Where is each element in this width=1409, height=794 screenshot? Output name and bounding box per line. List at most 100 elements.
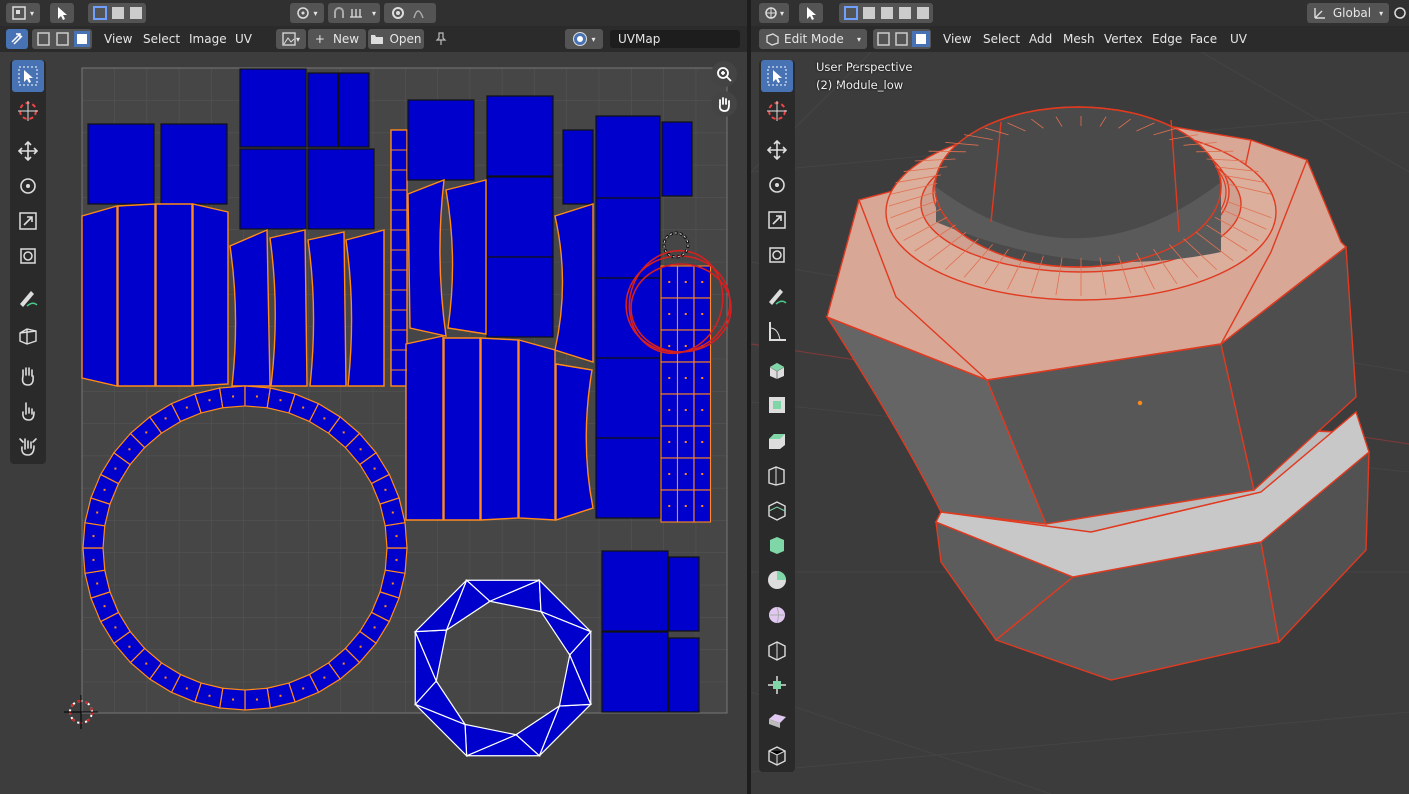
- extrude-tool[interactable]: [761, 389, 793, 421]
- smooth-tool[interactable]: [761, 634, 793, 666]
- select-mode-button[interactable]: [50, 3, 74, 23]
- uv-select-mode-group[interactable]: [32, 29, 92, 49]
- move-tool[interactable]: [761, 134, 793, 166]
- face-dot: [255, 698, 258, 701]
- transform-tool[interactable]: [761, 239, 793, 271]
- menu-select[interactable]: Select: [140, 30, 183, 48]
- menu-view[interactable]: View: [101, 30, 135, 48]
- bevel-tool[interactable]: [761, 459, 793, 491]
- uv-island: [562, 129, 594, 205]
- chevron-down-icon: ▾: [295, 34, 300, 44]
- menu-select[interactable]: Select: [980, 30, 1023, 48]
- menu-add[interactable]: Add: [1026, 30, 1055, 48]
- cursor-tool[interactable]: [761, 95, 793, 127]
- pivot-icon: [297, 7, 310, 19]
- menu-image[interactable]: Image: [186, 30, 230, 48]
- scale-tool[interactable]: [12, 205, 44, 237]
- loop-cut-tool[interactable]: [761, 494, 793, 526]
- face-dot: [668, 281, 671, 283]
- select-box-tool[interactable]: [12, 60, 44, 92]
- face-dot: [391, 511, 394, 514]
- knife-tool[interactable]: [761, 529, 793, 561]
- inset-tool[interactable]: [761, 424, 793, 456]
- pinch-icon: [19, 438, 37, 456]
- pivot-button[interactable]: [1391, 3, 1409, 23]
- pin-image-button[interactable]: [430, 29, 452, 49]
- viewport-editor-type-button[interactable]: ▾: [759, 3, 789, 23]
- uv-island: [595, 115, 661, 199]
- shrink-fatten-tool[interactable]: [761, 704, 793, 736]
- uvmap-field[interactable]: UVMap: [610, 30, 740, 48]
- add-cube-tool[interactable]: [761, 354, 793, 386]
- face-dot: [668, 313, 671, 315]
- uv-island: [601, 550, 669, 632]
- spin-tool[interactable]: [761, 599, 793, 631]
- uv-island: [668, 637, 700, 713]
- face-dot: [684, 281, 687, 283]
- menu-edge[interactable]: Edge: [1149, 30, 1185, 48]
- face-dot: [701, 505, 704, 507]
- uv-overlay-button[interactable]: ▾: [565, 29, 603, 49]
- bevel-icon: [768, 466, 785, 486]
- menu-face[interactable]: Face: [1187, 30, 1220, 48]
- upper-nut-mesh: [825, 106, 1357, 525]
- editor-type-button[interactable]: ▾: [6, 3, 40, 23]
- mode-label: Edit Mode: [784, 32, 844, 46]
- relax-tool[interactable]: [12, 395, 44, 427]
- menu-uv[interactable]: UV: [1227, 30, 1250, 48]
- zoom-gizmo-button[interactable]: [711, 61, 737, 87]
- rotate-tool[interactable]: [761, 169, 793, 201]
- 3d-scene[interactable]: [751, 52, 1409, 794]
- measure-tool[interactable]: [761, 315, 793, 347]
- mesh-select-mode-group[interactable]: [873, 29, 931, 49]
- face-dot: [185, 687, 188, 690]
- grab-tool[interactable]: [12, 360, 44, 392]
- browse-image-button[interactable]: ▾: [276, 29, 306, 49]
- move-tool[interactable]: [12, 135, 44, 167]
- pinch-tool[interactable]: [12, 430, 44, 462]
- transform-tool[interactable]: [12, 240, 44, 272]
- face-dot: [359, 448, 362, 451]
- face-dot: [103, 605, 106, 608]
- mode-dropdown[interactable]: Edit Mode ▾: [759, 29, 867, 49]
- annotate-tool[interactable]: [12, 282, 44, 314]
- open-image-button[interactable]: Open: [368, 29, 424, 49]
- face-dot: [701, 377, 704, 379]
- annotate-tool[interactable]: [761, 280, 793, 312]
- scale-tool[interactable]: [761, 204, 793, 236]
- selection-mode-group[interactable]: [88, 3, 146, 23]
- uv-canvas[interactable]: [0, 52, 747, 794]
- poly-build-tool[interactable]: [761, 564, 793, 596]
- uv-island: [239, 148, 307, 230]
- face-dot: [342, 662, 345, 665]
- rotate-tool[interactable]: [12, 170, 44, 202]
- menu-mesh[interactable]: Mesh: [1060, 30, 1098, 48]
- pivot-point-button[interactable]: ▾: [290, 3, 324, 23]
- face-dot: [232, 395, 235, 398]
- transform-orientation-dropdown[interactable]: Global ▾: [1307, 3, 1389, 23]
- snapping-button[interactable]: ▾: [328, 3, 380, 23]
- face-dot: [668, 345, 671, 347]
- face-dot: [279, 399, 282, 402]
- proportional-edit-button[interactable]: [384, 3, 436, 23]
- shear-tool[interactable]: [761, 739, 793, 771]
- sync-selection-button[interactable]: [6, 29, 28, 49]
- menu-vertex[interactable]: Vertex: [1101, 30, 1146, 48]
- selection-mode-icons: [93, 6, 142, 20]
- rip-tool[interactable]: [12, 320, 44, 352]
- new-image-button[interactable]: + New: [308, 29, 366, 49]
- uv-island: [405, 335, 444, 521]
- pan-gizmo-button[interactable]: [711, 91, 737, 117]
- edge-slide-tool[interactable]: [761, 669, 793, 701]
- viewport-select-mode-button[interactable]: [799, 3, 823, 23]
- select-box-tool[interactable]: [761, 60, 793, 92]
- uv-island: [345, 229, 385, 387]
- uv-header-menus: View Select Image UV ▾ + New Open ▾ UVMa…: [0, 26, 747, 52]
- face-dot: [185, 406, 188, 409]
- menu-view[interactable]: View: [940, 30, 974, 48]
- cursor-tool[interactable]: [12, 95, 44, 127]
- face-dot: [668, 473, 671, 475]
- knife-icon: [770, 537, 784, 554]
- viewport-selection-mode-group[interactable]: [839, 3, 933, 23]
- menu-uv[interactable]: UV: [232, 30, 255, 48]
